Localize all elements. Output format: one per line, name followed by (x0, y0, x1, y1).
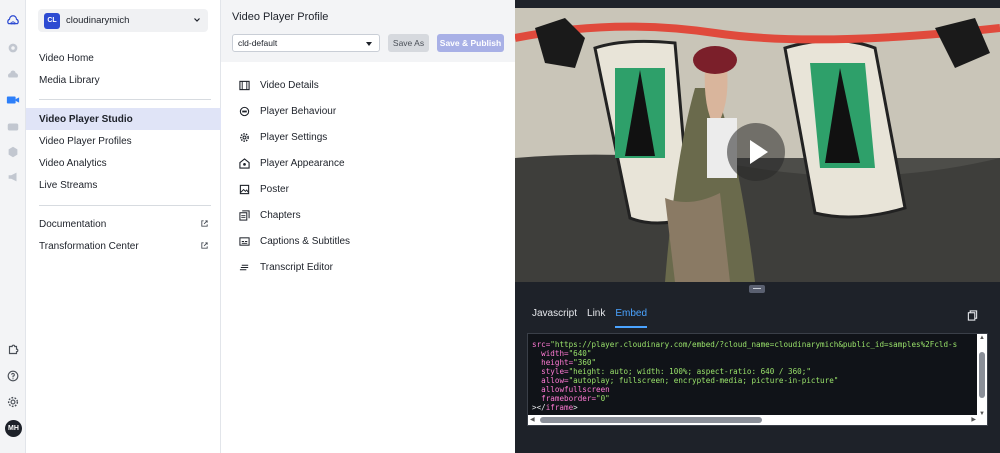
page-title: Video Player Profile (232, 11, 329, 23)
code-value: "360" (573, 358, 597, 367)
tab-link[interactable]: Link (587, 308, 605, 328)
nav-link-documentation[interactable]: Documentation (26, 213, 221, 235)
external-link-icon (201, 220, 208, 227)
user-avatar[interactable]: MH (5, 420, 22, 437)
cloudinary-logo-icon[interactable] (6, 14, 20, 28)
puzzle-icon[interactable] (6, 343, 20, 357)
settings-icon[interactable] (6, 395, 20, 409)
embed-code-block[interactable]: src="https://player.cloudinary.com/embed… (527, 333, 988, 426)
chapters-icon (239, 209, 250, 221)
scroll-right-arrow-icon[interactable]: ▶ (971, 416, 976, 423)
vertical-scrollbar[interactable]: ▲ ▼ (977, 334, 987, 417)
chevron-down-icon (194, 18, 200, 22)
code-value: "height: auto; width: 100%; aspect-ratio… (568, 367, 811, 376)
code-lines: src="https://player.cloudinary.com/embed… (532, 334, 958, 412)
code-value: "autoplay; fullscreen; encrypted-media; … (568, 376, 839, 385)
nav-item-video-player-studio[interactable]: Video Player Studio (26, 108, 221, 130)
appearance-icon (239, 157, 250, 169)
account-switcher[interactable]: CL cloudinarymich (38, 9, 208, 32)
section-video-details[interactable]: Video Details (239, 75, 499, 95)
tab-javascript[interactable]: Javascript (532, 308, 577, 328)
code-attr: style= (541, 367, 569, 376)
account-name: cloudinarymich (66, 15, 130, 26)
code-tag: iframe (545, 403, 574, 412)
video-player[interactable] (515, 8, 1000, 282)
section-player-settings[interactable]: Player Settings (239, 127, 499, 147)
gear-icon (240, 132, 249, 142)
code-attr: allowfullscreen (541, 385, 610, 394)
nav-item-media-library[interactable]: Media Library (26, 69, 221, 91)
profile-select[interactable]: cld-default (232, 34, 380, 52)
code-punct: ></ (532, 403, 546, 412)
nav-item-live-streams[interactable]: Live Streams (26, 174, 221, 196)
section-chapters[interactable]: Chapters (239, 205, 499, 225)
section-label: Captions & Subtitles (260, 235, 351, 247)
video-product-icon[interactable] (6, 93, 20, 107)
save-as-button[interactable]: Save As (388, 34, 429, 52)
section-label: Player Appearance (260, 157, 345, 169)
section-label: Chapters (260, 209, 301, 221)
section-player-appearance[interactable]: Player Appearance (239, 153, 499, 173)
code-attr: allow= (541, 376, 569, 385)
save-publish-button[interactable]: Save & Publish (437, 34, 504, 52)
code-attr: width= (541, 349, 569, 358)
code-attr: src= (532, 340, 551, 349)
section-label: Poster (260, 183, 289, 195)
cube-icon[interactable] (6, 145, 20, 159)
player-profile-panel: Video Player Profile cld-default Save As… (221, 0, 515, 453)
play-button[interactable] (727, 123, 785, 181)
preview-pane: Javascript Link Embed src="https://playe… (515, 0, 1000, 453)
copy-icon[interactable] (967, 310, 978, 321)
nav-item-video-analytics[interactable]: Video Analytics (26, 152, 221, 174)
nav-link-label: Transformation Center (39, 240, 139, 252)
section-player-behaviour[interactable]: Player Behaviour (239, 101, 499, 121)
section-label: Player Behaviour (260, 105, 337, 117)
nav-item-video-home[interactable]: Video Home (26, 47, 221, 69)
section-label: Transcript Editor (260, 261, 333, 273)
nav-link-label: Documentation (39, 218, 107, 230)
nav-link-transformation-center[interactable]: Transformation Center (26, 235, 221, 257)
code-punct: > (573, 403, 578, 412)
behaviour-icon (239, 106, 250, 116)
code-attr: height= (541, 358, 574, 367)
external-link-icon (201, 242, 208, 249)
horizontal-scrollbar[interactable]: ◀ ▶ (528, 415, 987, 425)
captions-icon (239, 236, 250, 246)
icon-rail: MH (0, 0, 26, 453)
film-icon (239, 80, 250, 90)
profile-select-value: cld-default (238, 38, 278, 48)
help-icon[interactable] (6, 369, 20, 383)
scroll-up-arrow-icon[interactable]: ▲ (979, 335, 985, 341)
section-transcript-editor[interactable]: Transcript Editor (239, 257, 499, 277)
code-value: "https://player.cloudinary.com/embed/?cl… (550, 340, 958, 349)
section-label: Video Details (260, 79, 319, 91)
caret-down-icon (366, 42, 372, 46)
nav-item-video-player-profiles[interactable]: Video Player Profiles (26, 130, 221, 152)
section-label: Player Settings (260, 131, 328, 143)
scrollbar-thumb[interactable] (540, 417, 762, 423)
code-attr: frameborder= (541, 394, 597, 403)
tab-embed[interactable]: Embed (615, 308, 648, 328)
chat-icon[interactable] (6, 120, 20, 134)
scrollbar-thumb[interactable] (979, 352, 985, 398)
navigation-panel: CL cloudinarymich Video Home Media Libra… (26, 0, 221, 453)
image-product-icon[interactable] (6, 67, 20, 81)
transcript-icon (239, 264, 249, 270)
section-poster[interactable]: Poster (239, 179, 499, 199)
nav-divider (39, 205, 211, 206)
resize-handle[interactable] (749, 285, 765, 293)
image-icon (239, 184, 250, 194)
megaphone-icon[interactable] (6, 170, 20, 184)
scroll-left-arrow-icon[interactable]: ◀ (530, 416, 535, 423)
code-value: "640" (568, 349, 592, 358)
app-window: MH CL cloudinarymich Video Home Media Li… (0, 0, 1000, 453)
profile-header: Video Player Profile cld-default Save As… (221, 0, 515, 62)
assets-icon[interactable] (6, 41, 20, 55)
code-value: "0" (596, 394, 610, 403)
nav-divider (39, 99, 211, 100)
account-badge: CL (44, 12, 60, 29)
embed-tabs: Javascript Link Embed (532, 308, 657, 328)
section-captions-subtitles[interactable]: Captions & Subtitles (239, 231, 499, 251)
